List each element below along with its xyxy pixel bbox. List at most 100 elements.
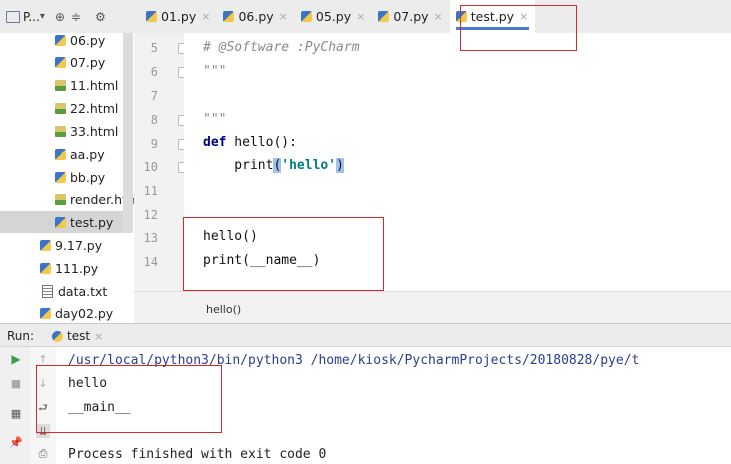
python-file-icon xyxy=(55,216,66,228)
python-run-icon xyxy=(52,330,63,342)
code-line-9: def hello(): xyxy=(203,135,297,150)
python-file-icon xyxy=(223,11,235,22)
line-number: 10 xyxy=(143,160,158,174)
python-file-icon xyxy=(55,56,66,68)
tree-item-bb-py[interactable]: bb.py xyxy=(55,166,105,188)
tab-01-py[interactable]: 01.py × xyxy=(140,0,217,33)
close-icon[interactable]: × xyxy=(94,330,103,343)
tab-05-py[interactable]: 05.py × xyxy=(295,0,372,33)
tree-item-label: 07.py xyxy=(70,54,106,70)
top-bar: P... ▾ ⊕ ≑ ⚙ 01.py × 06.py × 05.py × 07.… xyxy=(0,0,731,34)
close-icon[interactable]: × xyxy=(201,10,210,23)
python-file-icon xyxy=(40,239,51,251)
line-number: 11 xyxy=(143,184,158,198)
editor-gutter: 5 6 7 8 9 10 11 12 13 14 xyxy=(134,33,188,291)
console-line-output: __main__ xyxy=(68,400,131,415)
collapse-icon[interactable]: ≑ xyxy=(71,10,81,24)
tree-item-11-html[interactable]: 11.html xyxy=(55,74,118,96)
tab-label: 01.py xyxy=(161,9,197,24)
tree-item-07-py[interactable]: 07.py xyxy=(55,51,105,73)
run-panel-header: Run: test × xyxy=(0,323,731,347)
chevron-down-icon: ▾ xyxy=(39,11,45,22)
tree-item-06-py[interactable]: 06.py xyxy=(55,33,105,51)
python-file-icon xyxy=(40,262,51,274)
console-line-command: /usr/local/python3/bin/python3 /home/kio… xyxy=(68,353,640,368)
tree-item-33-html[interactable]: 33.html xyxy=(55,120,118,142)
line-number: 5 xyxy=(150,41,158,55)
project-icon xyxy=(6,10,20,23)
pin-icon[interactable]: 📌 xyxy=(9,435,23,449)
python-file-icon xyxy=(455,11,467,22)
line-number: 7 xyxy=(150,89,158,103)
stop-icon[interactable]: ■ xyxy=(9,376,23,390)
run-console[interactable]: /usr/local/python3/bin/python3 /home/kio… xyxy=(56,347,731,464)
tab-07-py[interactable]: 07.py × xyxy=(372,0,449,33)
tree-item-data-txt[interactable]: data.txt xyxy=(40,280,107,302)
tree-item-label: bb.py xyxy=(70,169,106,185)
python-file-icon xyxy=(55,34,66,46)
tree-item-label: 11.html xyxy=(70,77,119,93)
code-line-6: """ xyxy=(203,64,227,79)
html-file-icon xyxy=(55,125,66,137)
code-line-13: hello() xyxy=(203,229,258,244)
code-text: print xyxy=(203,158,274,173)
tab-label: 05.py xyxy=(315,9,352,24)
tree-item-9-17-py[interactable]: 9.17.py xyxy=(40,234,102,256)
arrow-up-icon[interactable]: ↑ xyxy=(36,352,50,366)
rerun-icon[interactable]: ▶ xyxy=(9,352,23,366)
project-header-label: P... xyxy=(23,9,40,24)
code-line-8: """ xyxy=(203,112,227,127)
project-header: P... ▾ ⊕ ≑ ⚙ xyxy=(0,0,140,33)
close-icon[interactable]: × xyxy=(519,10,528,23)
close-icon[interactable]: × xyxy=(434,10,443,23)
tree-item-test-py[interactable]: test.py xyxy=(0,211,123,233)
breadcrumb-item[interactable]: hello() xyxy=(206,303,241,316)
python-file-icon xyxy=(40,307,51,319)
project-view-selector[interactable]: P... ▾ xyxy=(6,10,45,24)
run-label: Run: xyxy=(7,329,35,343)
tree-item-label: day02.py xyxy=(55,305,114,321)
arrow-down-icon[interactable]: ↓ xyxy=(36,376,50,390)
tree-scrollbar[interactable] xyxy=(123,33,133,233)
run-tab-test[interactable]: test × xyxy=(52,329,103,343)
tree-item-day02-py[interactable]: day02.py xyxy=(40,302,113,323)
html-file-icon xyxy=(55,102,66,114)
code-text: hello(): xyxy=(226,135,297,150)
code-line-14: print(__name__) xyxy=(203,253,321,268)
close-icon[interactable]: × xyxy=(279,10,288,23)
project-tree: 06.py 07.py 11.html 22.html 33.html aa.p… xyxy=(0,33,134,323)
close-icon[interactable]: × xyxy=(356,10,365,23)
line-number: 13 xyxy=(143,231,158,245)
tree-item-aa-py[interactable]: aa.py xyxy=(55,143,105,165)
line-number: 8 xyxy=(150,113,158,127)
tree-item-label: 06.py xyxy=(70,33,106,48)
print-icon[interactable]: ⎙ xyxy=(36,447,50,461)
tab-test-py[interactable]: test.py × xyxy=(449,0,536,33)
keyword-def: def xyxy=(203,135,227,150)
tree-item-22-html[interactable]: 22.html xyxy=(55,97,118,119)
console-line-output: hello xyxy=(68,376,108,391)
tree-item-label: aa.py xyxy=(70,146,105,162)
scroll-to-end-icon[interactable]: ⇊ xyxy=(36,424,50,438)
soft-wrap-icon[interactable]: ⮐ xyxy=(36,401,50,415)
tab-label: test.py xyxy=(470,9,515,24)
python-file-icon xyxy=(55,148,66,160)
breadcrumb: hello() xyxy=(134,291,731,324)
tree-item-label: data.txt xyxy=(58,283,108,299)
editor-tabs: 01.py × 06.py × 05.py × 07.py × test.py … xyxy=(140,0,536,33)
gear-icon[interactable]: ⚙ xyxy=(95,10,106,24)
tree-item-label: 33.html xyxy=(70,123,119,139)
html-file-icon xyxy=(55,193,66,205)
target-icon[interactable]: ⊕ xyxy=(55,10,65,24)
python-file-icon xyxy=(55,171,66,183)
run-tab-label: test xyxy=(67,329,91,343)
layout-icon[interactable]: ▦ xyxy=(9,406,23,420)
tab-06-py[interactable]: 06.py × xyxy=(217,0,294,33)
tree-item-111-py[interactable]: 111.py xyxy=(40,257,98,279)
code-editor[interactable]: # @Software :PyCharm """ """ def hello()… xyxy=(184,33,731,291)
tree-item-label: 111.py xyxy=(55,260,99,276)
tree-item-label: test.py xyxy=(70,214,114,230)
tab-label: 07.py xyxy=(393,9,429,24)
line-number: 12 xyxy=(143,208,158,222)
python-file-icon xyxy=(146,11,157,22)
